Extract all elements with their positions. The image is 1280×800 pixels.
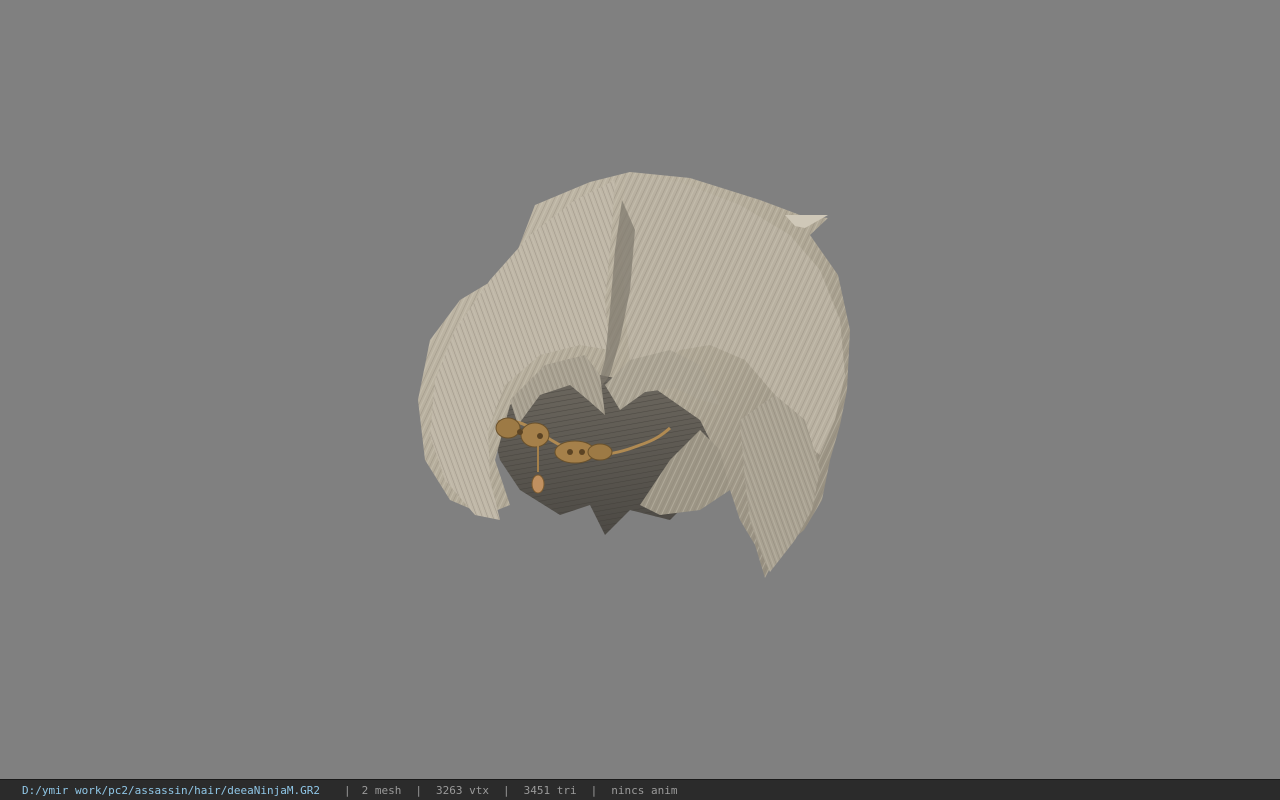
status-bar: D:/ymir work/pc2/assassin/hair/deeaNinja… bbox=[0, 779, 1280, 800]
triangle-count-label: 3451 tri bbox=[523, 783, 577, 797]
mesh-count-label: 2 mesh bbox=[361, 783, 402, 797]
3d-viewport[interactable] bbox=[0, 0, 1280, 779]
status-separator: | bbox=[415, 783, 423, 797]
vertex-count-label: 3263 vtx bbox=[436, 783, 489, 797]
status-separator: | bbox=[344, 783, 351, 797]
animation-status-label: nincs anim bbox=[611, 783, 678, 797]
hair-model[interactable] bbox=[400, 160, 870, 590]
file-path-label: D:/ymir work/pc2/assassin/hair/deeaNinja… bbox=[22, 783, 321, 797]
status-separator: | bbox=[590, 783, 598, 797]
status-separator: | bbox=[503, 783, 510, 797]
